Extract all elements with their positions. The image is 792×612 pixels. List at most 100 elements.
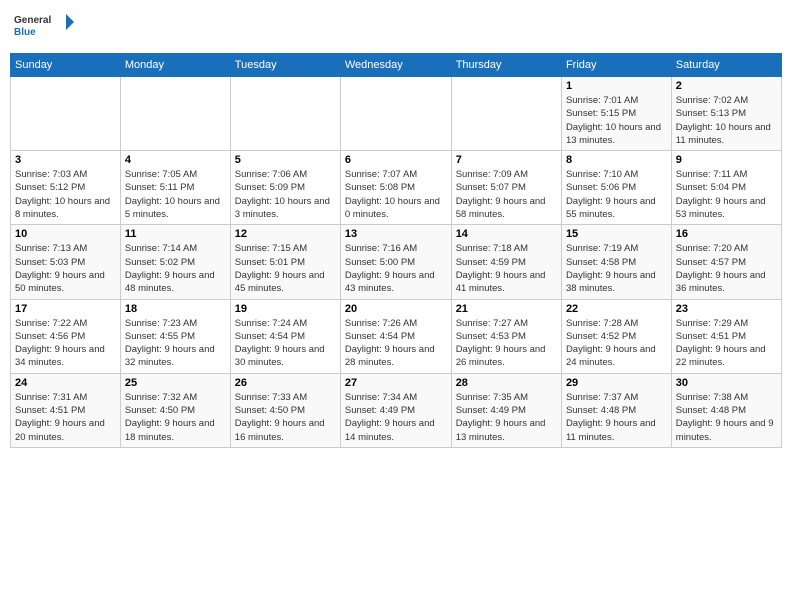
day-info: Sunrise: 7:14 AM Sunset: 5:02 PM Dayligh… [125, 242, 226, 295]
calendar-cell: 30 Sunrise: 7:38 AM Sunset: 4:48 PM Dayli… [671, 373, 781, 447]
calendar-cell: 28Sunrise: 7:35 AM Sunset: 4:49 PM Dayli… [451, 373, 561, 447]
day-number: 15 [566, 228, 667, 240]
day-number: 4 [125, 154, 226, 166]
calendar-cell: 20Sunrise: 7:26 AM Sunset: 4:54 PM Dayli… [340, 299, 451, 373]
calendar-cell: 21 Sunrise: 7:27 AM Sunset: 4:53 PM Dayli… [451, 299, 561, 373]
day-info: Sunrise: 7:19 AM Sunset: 4:58 PM Dayligh… [566, 242, 667, 295]
calendar-cell: 2Sunrise: 7:02 AM Sunset: 5:13 PM Daylig… [671, 77, 781, 151]
day-info: Sunrise: 7:09 AM Sunset: 5:07 PM Dayligh… [456, 168, 557, 221]
logo: General Blue [14, 10, 74, 45]
day-number: 27 [345, 377, 447, 389]
day-number: 28 [456, 377, 557, 389]
day-info: Sunrise: 7:01 AM Sunset: 5:15 PM Dayligh… [566, 94, 667, 147]
calendar-week-row: 17 Sunrise: 7:22 AM Sunset: 4:56 PM Dayli… [11, 299, 782, 373]
weekday-header: Saturday [671, 54, 781, 77]
weekday-header: Friday [561, 54, 671, 77]
calendar-cell: 11 Sunrise: 7:14 AM Sunset: 5:02 PM Dayli… [120, 225, 230, 299]
day-info: Sunrise: 7:11 AM Sunset: 5:04 PM Dayligh… [676, 168, 777, 221]
day-number: 11 [125, 228, 226, 240]
day-info: Sunrise: 7:03 AM Sunset: 5:12 PM Dayligh… [15, 168, 116, 221]
day-number: 19 [235, 303, 336, 315]
day-number: 12 [235, 228, 336, 240]
svg-text:Blue: Blue [14, 27, 36, 38]
day-info: Sunrise: 7:18 AM Sunset: 4:59 PM Dayligh… [456, 242, 557, 295]
day-number: 13 [345, 228, 447, 240]
calendar-cell: 22 Sunrise: 7:28 AM Sunset: 4:52 PM Dayli… [561, 299, 671, 373]
weekday-header: Thursday [451, 54, 561, 77]
weekday-header: Wednesday [340, 54, 451, 77]
day-info: Sunrise: 7:16 AM Sunset: 5:00 PM Dayligh… [345, 242, 447, 295]
day-info: Sunrise: 7:22 AM Sunset: 4:56 PM Dayligh… [15, 317, 116, 370]
calendar-cell [11, 77, 121, 151]
calendar-cell: 14 Sunrise: 7:18 AM Sunset: 4:59 PM Dayli… [451, 225, 561, 299]
calendar-cell: 3Sunrise: 7:03 AM Sunset: 5:12 PM Daylig… [11, 151, 121, 225]
calendar-cell: 17 Sunrise: 7:22 AM Sunset: 4:56 PM Dayli… [11, 299, 121, 373]
calendar-cell: 24Sunrise: 7:31 AM Sunset: 4:51 PM Dayli… [11, 373, 121, 447]
calendar-cell: 29 Sunrise: 7:37 AM Sunset: 4:48 PM Dayli… [561, 373, 671, 447]
calendar-cell: 4 Sunrise: 7:05 AM Sunset: 5:11 PM Daylig… [120, 151, 230, 225]
calendar-cell: 16 Sunrise: 7:20 AM Sunset: 4:57 PM Dayli… [671, 225, 781, 299]
day-info: Sunrise: 7:33 AM Sunset: 4:50 PM Dayligh… [235, 391, 336, 444]
day-info: Sunrise: 7:24 AM Sunset: 4:54 PM Dayligh… [235, 317, 336, 370]
calendar-cell: 25Sunrise: 7:32 AM Sunset: 4:50 PM Dayli… [120, 373, 230, 447]
weekday-header: Tuesday [230, 54, 340, 77]
day-number: 14 [456, 228, 557, 240]
calendar-cell [230, 77, 340, 151]
day-info: Sunrise: 7:13 AM Sunset: 5:03 PM Dayligh… [15, 242, 116, 295]
day-info: Sunrise: 7:07 AM Sunset: 5:08 PM Dayligh… [345, 168, 447, 221]
day-info: Sunrise: 7:05 AM Sunset: 5:11 PM Dayligh… [125, 168, 226, 221]
calendar-cell [451, 77, 561, 151]
calendar-table: SundayMondayTuesdayWednesdayThursdayFrid… [10, 53, 782, 448]
day-number: 2 [676, 80, 777, 92]
day-info: Sunrise: 7:27 AM Sunset: 4:53 PM Dayligh… [456, 317, 557, 370]
day-info: Sunrise: 7:29 AM Sunset: 4:51 PM Dayligh… [676, 317, 777, 370]
day-info: Sunrise: 7:37 AM Sunset: 4:48 PM Dayligh… [566, 391, 667, 444]
day-info: Sunrise: 7:38 AM Sunset: 4:48 PM Dayligh… [676, 391, 777, 444]
day-number: 9 [676, 154, 777, 166]
day-info: Sunrise: 7:34 AM Sunset: 4:49 PM Dayligh… [345, 391, 447, 444]
weekday-header-row: SundayMondayTuesdayWednesdayThursdayFrid… [11, 54, 782, 77]
weekday-header: Monday [120, 54, 230, 77]
calendar-week-row: 1 Sunrise: 7:01 AM Sunset: 5:15 PM Daylig… [11, 77, 782, 151]
day-number: 29 [566, 377, 667, 389]
day-number: 26 [235, 377, 336, 389]
day-number: 5 [235, 154, 336, 166]
day-number: 16 [676, 228, 777, 240]
day-info: Sunrise: 7:32 AM Sunset: 4:50 PM Dayligh… [125, 391, 226, 444]
page-header: General Blue [10, 10, 782, 45]
calendar-cell [120, 77, 230, 151]
calendar-cell: 10 Sunrise: 7:13 AM Sunset: 5:03 PM Dayli… [11, 225, 121, 299]
calendar-cell: 1 Sunrise: 7:01 AM Sunset: 5:15 PM Daylig… [561, 77, 671, 151]
logo-svg: General Blue [14, 10, 74, 45]
calendar-week-row: 10 Sunrise: 7:13 AM Sunset: 5:03 PM Dayli… [11, 225, 782, 299]
calendar-cell: 18Sunrise: 7:23 AM Sunset: 4:55 PM Dayli… [120, 299, 230, 373]
day-number: 10 [15, 228, 116, 240]
day-number: 17 [15, 303, 116, 315]
day-info: Sunrise: 7:23 AM Sunset: 4:55 PM Dayligh… [125, 317, 226, 370]
day-number: 22 [566, 303, 667, 315]
calendar-cell: 6 Sunrise: 7:07 AM Sunset: 5:08 PM Daylig… [340, 151, 451, 225]
calendar-cell: 23 Sunrise: 7:29 AM Sunset: 4:51 PM Dayli… [671, 299, 781, 373]
svg-text:General: General [14, 15, 51, 26]
day-info: Sunrise: 7:15 AM Sunset: 5:01 PM Dayligh… [235, 242, 336, 295]
day-number: 7 [456, 154, 557, 166]
weekday-header: Sunday [11, 54, 121, 77]
calendar-cell: 15 Sunrise: 7:19 AM Sunset: 4:58 PM Dayli… [561, 225, 671, 299]
calendar-week-row: 3Sunrise: 7:03 AM Sunset: 5:12 PM Daylig… [11, 151, 782, 225]
day-number: 1 [566, 80, 667, 92]
day-number: 23 [676, 303, 777, 315]
day-number: 21 [456, 303, 557, 315]
day-info: Sunrise: 7:28 AM Sunset: 4:52 PM Dayligh… [566, 317, 667, 370]
day-number: 24 [15, 377, 116, 389]
day-number: 8 [566, 154, 667, 166]
day-number: 6 [345, 154, 447, 166]
calendar-cell: 13 Sunrise: 7:16 AM Sunset: 5:00 PM Dayli… [340, 225, 451, 299]
calendar-cell: 12 Sunrise: 7:15 AM Sunset: 5:01 PM Dayli… [230, 225, 340, 299]
day-number: 30 [676, 377, 777, 389]
calendar-cell: 27 Sunrise: 7:34 AM Sunset: 4:49 PM Dayli… [340, 373, 451, 447]
calendar-cell: 8Sunrise: 7:10 AM Sunset: 5:06 PM Daylig… [561, 151, 671, 225]
day-info: Sunrise: 7:20 AM Sunset: 4:57 PM Dayligh… [676, 242, 777, 295]
calendar-cell: 9 Sunrise: 7:11 AM Sunset: 5:04 PM Daylig… [671, 151, 781, 225]
calendar-week-row: 24Sunrise: 7:31 AM Sunset: 4:51 PM Dayli… [11, 373, 782, 447]
calendar-cell [340, 77, 451, 151]
